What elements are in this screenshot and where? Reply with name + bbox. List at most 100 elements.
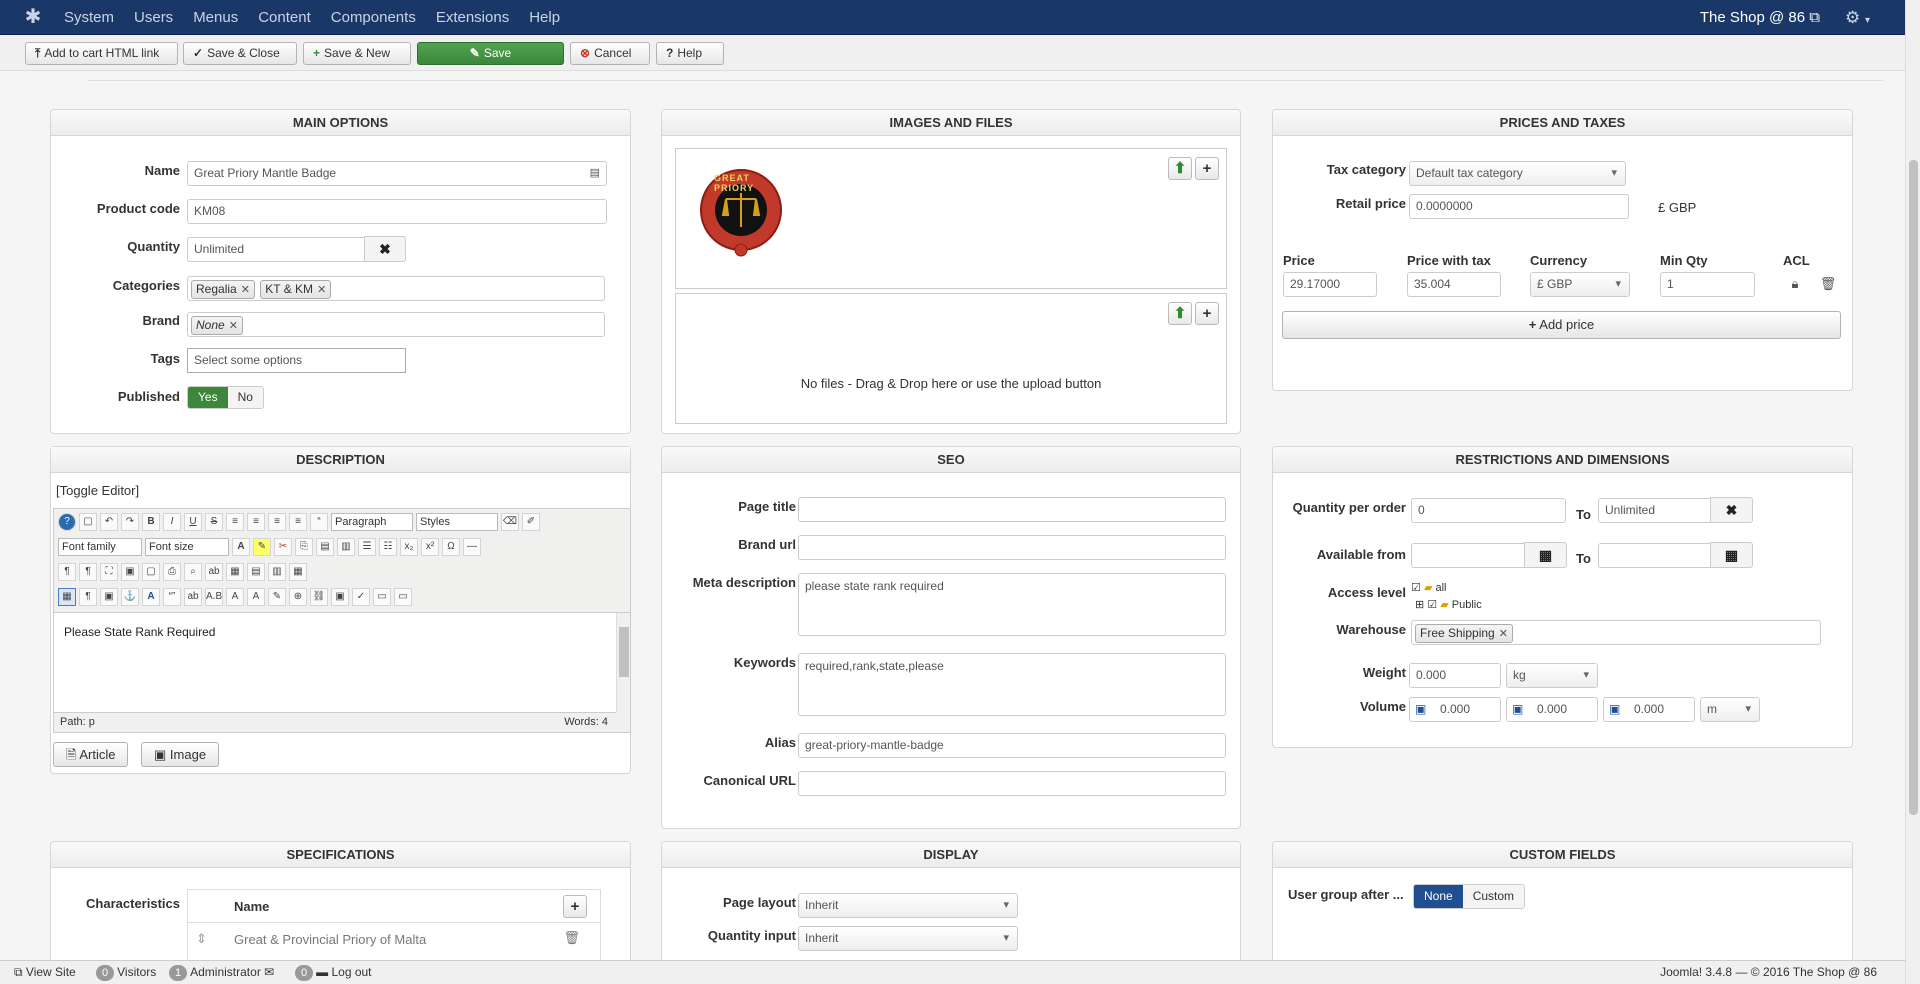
italic-icon[interactable]: I — [163, 513, 181, 531]
blockquote-icon[interactable]: “ — [310, 513, 328, 531]
access-public-node[interactable]: ⊞ ☑ ▰ Public — [1415, 597, 1482, 614]
volume-length-input[interactable]: ▣ 0.000 — [1409, 697, 1501, 722]
attribs-icon[interactable]: ✎ — [268, 588, 286, 606]
add-image-icon[interactable]: + — [1195, 157, 1219, 180]
menu-system[interactable]: System — [54, 0, 124, 35]
align-center-icon[interactable]: ≡ — [247, 513, 265, 531]
menu-users[interactable]: Users — [124, 0, 183, 35]
editor-scrollbar[interactable] — [616, 613, 630, 713]
admin-link[interactable]: 1 Administrator ✉ — [166, 961, 274, 983]
preview-icon[interactable]: ▢ — [142, 563, 160, 581]
page-layout-select[interactable]: Inherit — [798, 893, 1018, 918]
replace-icon[interactable]: ab — [205, 563, 223, 581]
rtl-icon[interactable]: ¶ — [79, 563, 97, 581]
volume-height-input[interactable]: ▣ 0.000 — [1603, 697, 1695, 722]
save-close-button[interactable]: ✓ Save & Close — [183, 42, 297, 65]
article-button[interactable]: 🗎︎ Article — [53, 742, 129, 767]
del-icon[interactable]: A — [226, 588, 244, 606]
menu-menus[interactable]: Menus — [183, 0, 248, 35]
editor-scroll-thumb[interactable] — [619, 627, 629, 677]
media-icon[interactable]: ▣ — [100, 588, 118, 606]
row-icon[interactable]: ▤ — [247, 563, 265, 581]
trash-icon[interactable]: 🗑︎ — [1818, 274, 1838, 294]
name-input[interactable]: Great Priory Mantle Badge ▤ — [187, 161, 607, 186]
hr-icon[interactable]: — — [463, 538, 481, 556]
logout-link[interactable]: 0 ▬ Log out — [292, 961, 372, 983]
categories-field[interactable]: Regalia ✕ KT & KM ✕ — [187, 276, 605, 301]
clear-quantity-icon[interactable]: ✖ — [364, 236, 406, 262]
align-right-icon[interactable]: ≡ — [268, 513, 286, 531]
images-dropzone[interactable]: GREAT PRIORY ⬆ + — [675, 148, 1227, 289]
product-code-input[interactable]: KM08 — [187, 199, 607, 224]
remove-icon[interactable]: ✕ — [317, 284, 326, 296]
remove-icon[interactable]: ✕ — [1499, 628, 1508, 640]
weight-unit-select[interactable]: kg — [1506, 663, 1598, 688]
page-scrollbar[interactable] — [1905, 0, 1920, 984]
quantity-input[interactable]: Unlimited — [187, 237, 365, 262]
drag-handle-icon[interactable]: ⇕ — [196, 931, 207, 947]
brand-url-input[interactable] — [798, 535, 1226, 560]
pilcrow-icon[interactable]: ¶ — [79, 588, 97, 606]
print-icon[interactable]: ⎙ — [163, 563, 181, 581]
list-number-icon[interactable]: ☷ — [379, 538, 397, 556]
warehouse-field[interactable]: Free Shipping ✕ — [1411, 620, 1821, 645]
paste-icon[interactable]: ▤ — [316, 538, 334, 556]
cell-icon[interactable]: ▦ — [289, 563, 307, 581]
meta-description-input[interactable]: please state rank required — [798, 573, 1226, 636]
upload-file-icon[interactable]: ⬆ — [1168, 302, 1192, 325]
image-button[interactable]: ▣ Image — [141, 742, 220, 767]
brush-icon[interactable]: ✐ — [522, 513, 540, 531]
available-to-input[interactable] — [1598, 543, 1711, 568]
volume-unit-select[interactable]: m — [1700, 697, 1760, 722]
trash-icon[interactable]: 🗑︎ — [563, 930, 580, 946]
qpo-from-input[interactable]: 0 — [1411, 498, 1566, 523]
menu-content[interactable]: Content — [248, 0, 321, 35]
product-image[interactable]: GREAT PRIORY — [696, 163, 786, 258]
editor-content[interactable]: Please State Rank Required — [53, 613, 631, 713]
clear-qpo-icon[interactable]: ✖ — [1710, 497, 1753, 523]
check-icon[interactable]: ✓ — [352, 588, 370, 606]
tax-category-select[interactable]: Default tax category — [1409, 161, 1626, 186]
cut-icon[interactable]: ✂ — [274, 538, 292, 556]
tags-input[interactable]: Select some options — [187, 348, 406, 373]
save-button[interactable]: ✎ Save — [417, 42, 564, 65]
styles-select[interactable]: Styles — [416, 513, 498, 531]
paste-text-icon[interactable]: ▥ — [337, 538, 355, 556]
user-group-none[interactable]: None — [1414, 885, 1463, 908]
redo-icon[interactable]: ↷ — [121, 513, 139, 531]
add-characteristic-icon[interactable]: + — [563, 895, 587, 918]
calendar-icon[interactable]: ▦ — [1710, 542, 1753, 568]
format-select[interactable]: Paragraph — [331, 513, 413, 531]
ltr-icon[interactable]: ¶ — [58, 563, 76, 581]
volume-width-input[interactable]: ▣ 0.000 — [1506, 697, 1598, 722]
visualaid-icon[interactable]: ▭ — [373, 588, 391, 606]
site-link[interactable]: The Shop @ 86 ⧉ — [1700, 0, 1820, 35]
cancel-button[interactable]: ⊗ Cancel — [570, 42, 650, 65]
acronym-icon[interactable]: A.B — [205, 588, 223, 606]
alias-input[interactable]: great-priory-mantle-badge — [798, 733, 1226, 758]
nbsp-icon[interactable]: ⊕ — [289, 588, 307, 606]
add-file-icon[interactable]: + — [1195, 302, 1219, 325]
files-dropzone[interactable]: ⬆ + No files - Drag & Drop here or use t… — [675, 293, 1227, 424]
copy-icon[interactable]: ⎘ — [295, 538, 313, 556]
bold-icon[interactable]: B — [142, 513, 160, 531]
menu-extensions[interactable]: Extensions — [426, 0, 519, 35]
help-icon[interactable]: ? — [58, 513, 76, 531]
superscript-icon[interactable]: x² — [421, 538, 439, 556]
retail-price-input[interactable]: 0.0000000 — [1409, 194, 1629, 219]
undo-icon[interactable]: ↶ — [100, 513, 118, 531]
justify-icon[interactable]: ≡ — [289, 513, 307, 531]
omega-icon[interactable]: Ω — [442, 538, 460, 556]
currency-select[interactable]: £ GBP — [1530, 272, 1630, 297]
link-icon[interactable]: ⛓ — [310, 588, 328, 606]
grid-icon[interactable]: ▦ — [58, 588, 76, 606]
subscript-icon[interactable]: x₂ — [400, 538, 418, 556]
keywords-input[interactable]: required,rank,state,please — [798, 653, 1226, 716]
underline-icon[interactable]: U — [184, 513, 202, 531]
available-from-input[interactable] — [1411, 543, 1525, 568]
calendar-icon[interactable]: ▦ — [1524, 542, 1567, 568]
table-icon[interactable]: ▦ — [226, 563, 244, 581]
access-all-node[interactable]: ☑ ▰ all — [1411, 580, 1482, 597]
remove-icon[interactable]: ✕ — [229, 320, 238, 332]
upload-image-icon[interactable]: ⬆ — [1168, 157, 1192, 180]
